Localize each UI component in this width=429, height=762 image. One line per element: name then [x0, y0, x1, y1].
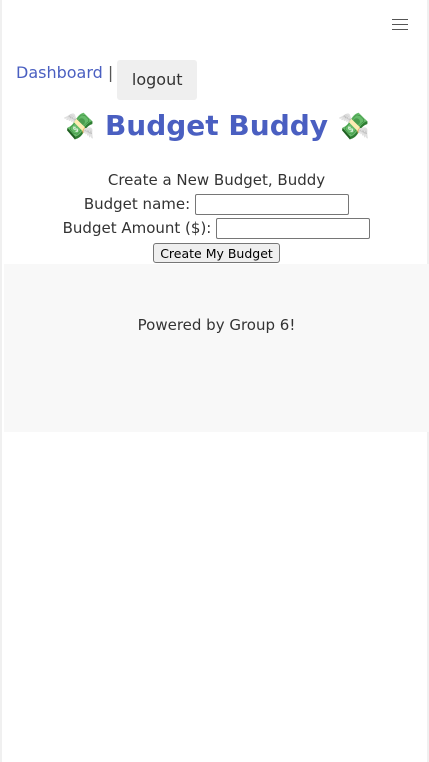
page-footer: Powered by Group 6!: [4, 264, 429, 432]
nav-separator: |: [107, 63, 114, 82]
create-budget-form: Create a New Budget, Buddy Budget name: …: [2, 168, 429, 265]
budget-name-input[interactable]: [195, 193, 350, 215]
budget-amount-input[interactable]: [216, 217, 371, 239]
menu-bar-top: [392, 19, 408, 20]
dashboard-link[interactable]: Dashboard: [16, 61, 103, 85]
budget-name-label: Budget name:: [83, 195, 191, 213]
budget-amount-label: Budget Amount ($):: [62, 219, 212, 237]
money-with-wings-icon: 💸: [337, 112, 371, 142]
menu-bar-bottom: [392, 29, 408, 30]
menu-bar-middle: [392, 24, 408, 25]
form-heading: Create a New Budget, Buddy: [107, 171, 326, 189]
money-with-wings-icon: 💸: [62, 112, 96, 142]
page-frame: Dashboard | logout 💸 Budget Buddy 💸 Crea…: [0, 0, 429, 762]
submit-row: Create My Budget: [2, 241, 429, 265]
budget-name-row: Budget name:: [2, 192, 429, 216]
budget-amount-row: Budget Amount ($):: [2, 216, 429, 240]
footer-text: Powered by Group 6!: [137, 316, 296, 334]
app-title-text: Budget Buddy: [104, 109, 329, 142]
page-title: 💸 Budget Buddy 💸: [2, 106, 429, 147]
hamburger-menu-icon[interactable]: [392, 19, 410, 31]
top-nav: Dashboard | logout: [16, 60, 198, 100]
create-budget-button[interactable]: Create My Budget: [153, 243, 280, 263]
logout-button[interactable]: logout: [117, 60, 198, 100]
